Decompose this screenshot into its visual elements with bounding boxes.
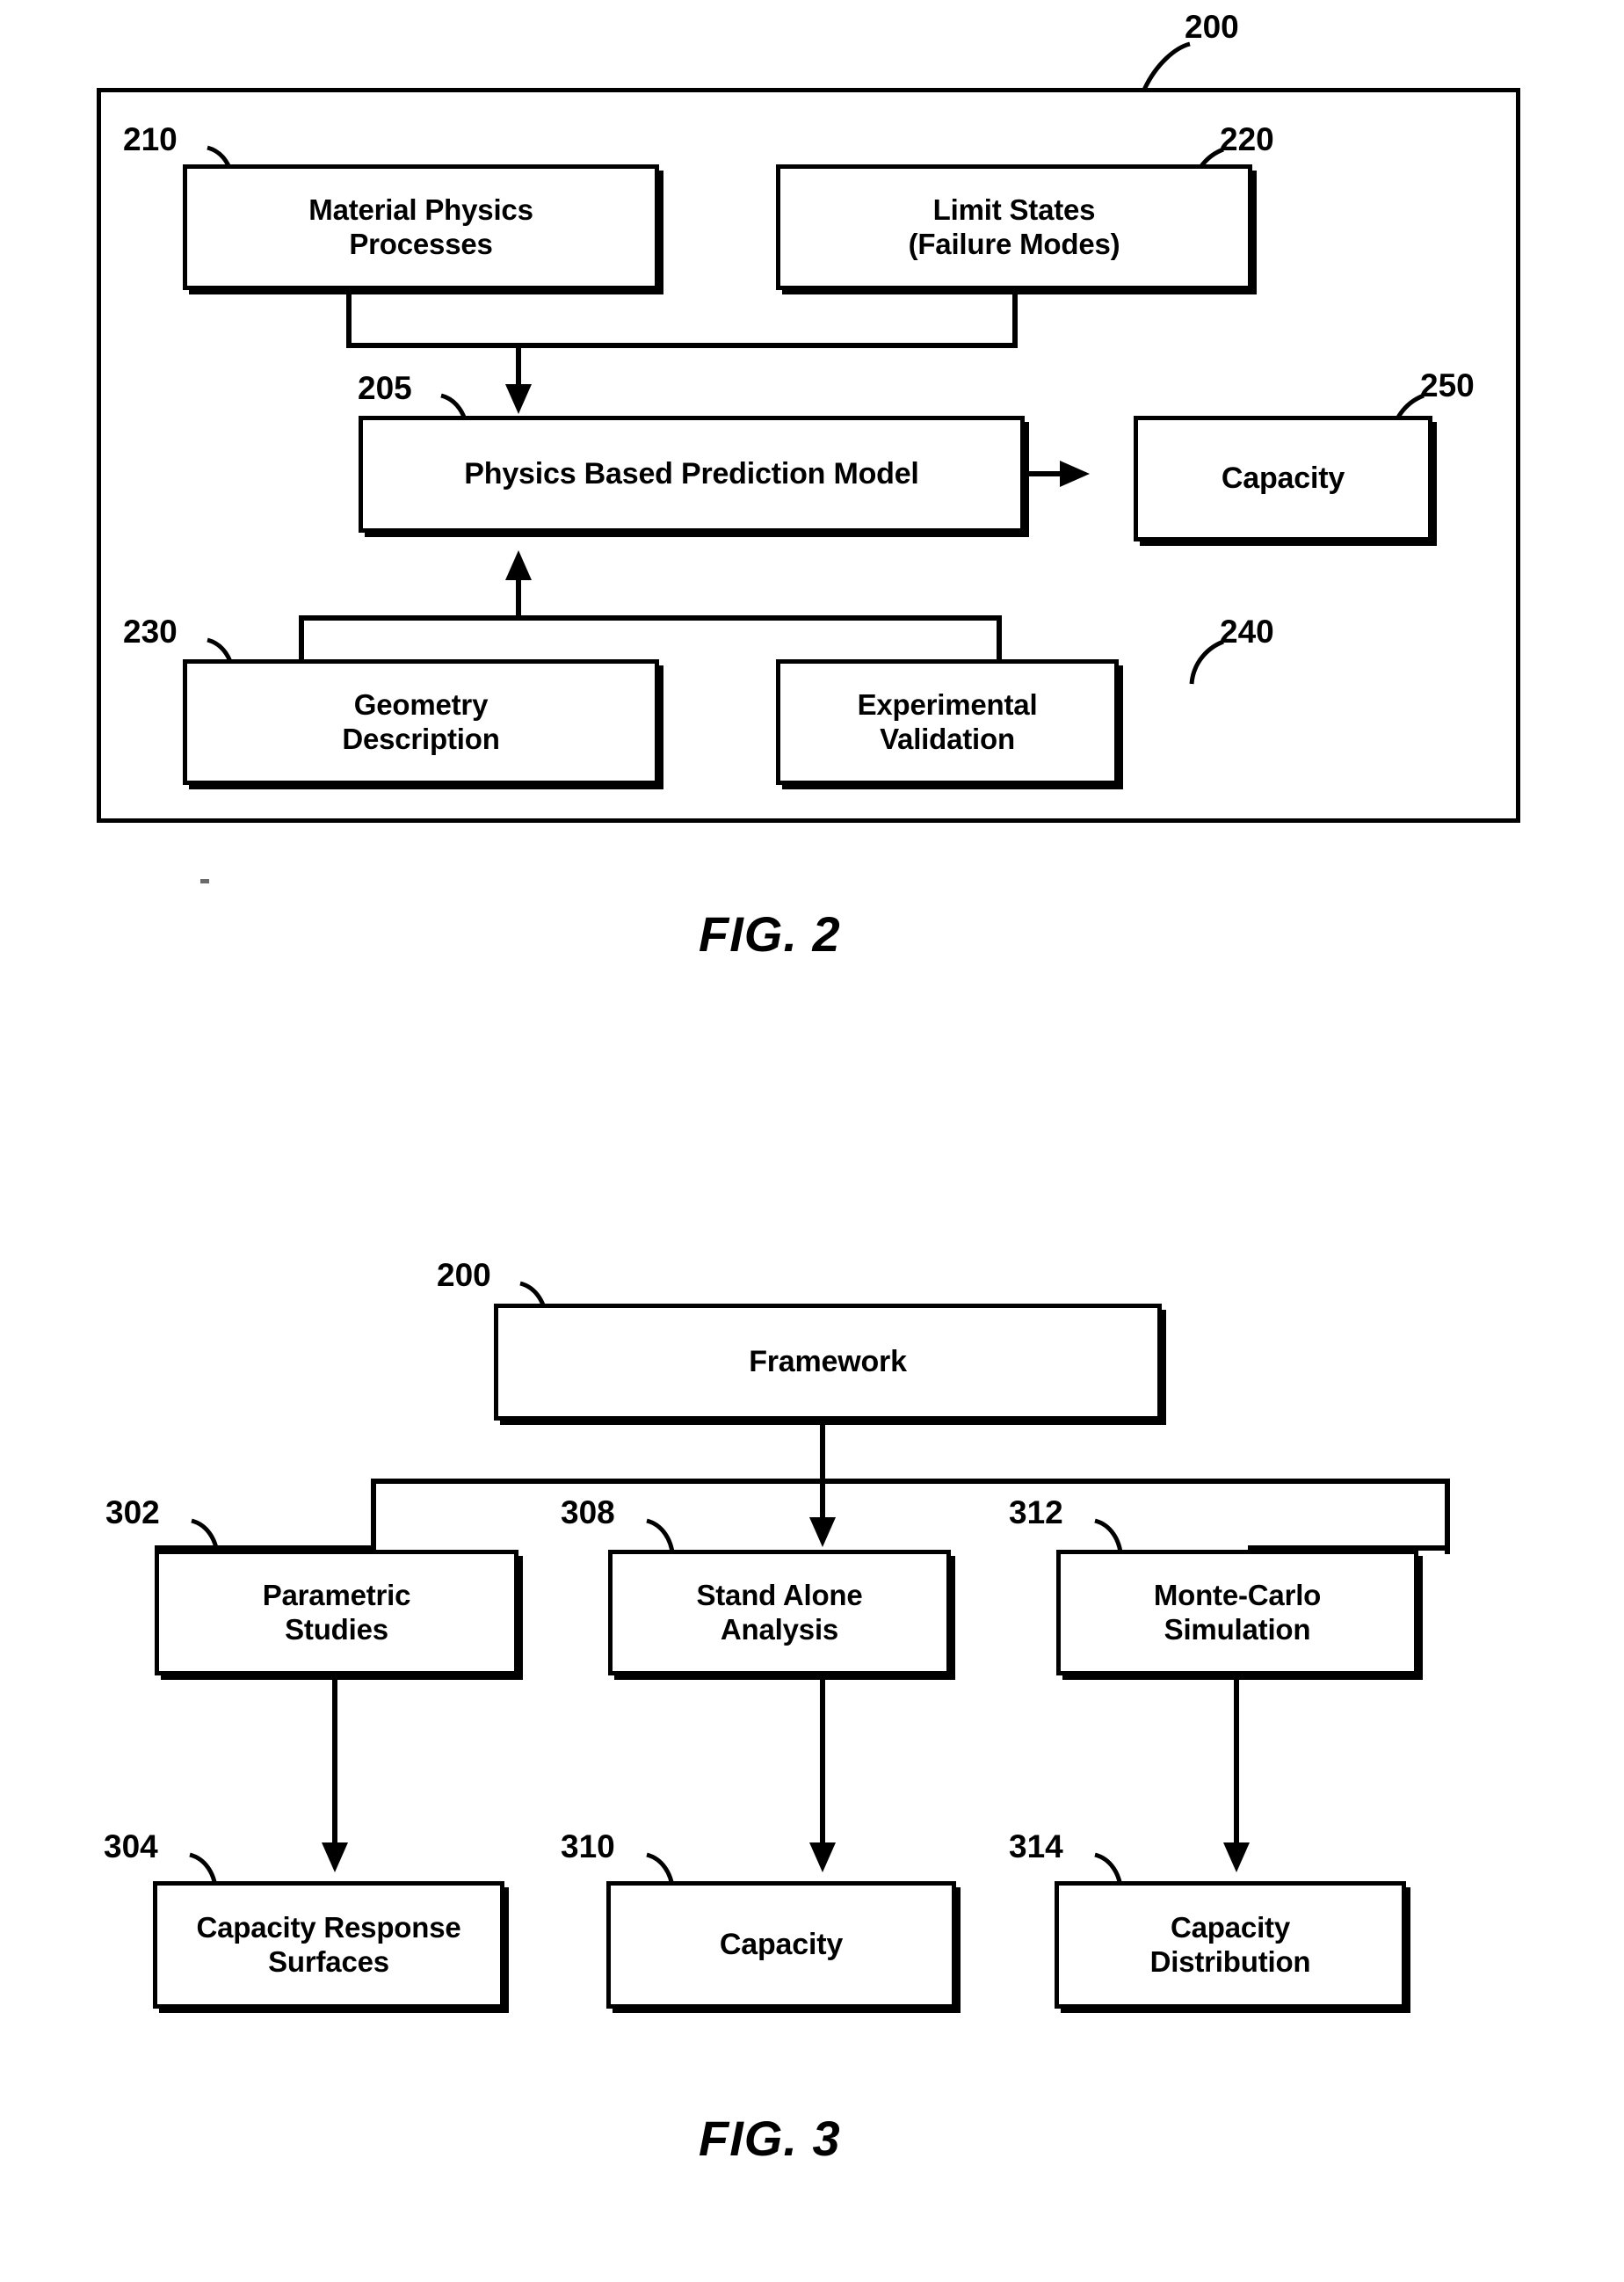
- box-prediction-model-label: Physics Based Prediction Model: [464, 456, 919, 491]
- box-parametric-studies-line1: Parametric: [262, 1579, 411, 1612]
- box-capacity-distribution-line2: Distribution: [1149, 1944, 1311, 1978]
- box-capacity-distribution[interactable]: Capacity Distribution: [1055, 1881, 1406, 2009]
- box-stand-alone-line2: Analysis: [720, 1612, 839, 1646]
- connector-bus-right-drop: [1445, 1479, 1450, 1551]
- box-parametric-studies[interactable]: Parametric Studies: [155, 1550, 518, 1675]
- arrowhead-into-205-bottom: [505, 550, 532, 580]
- arrowhead-into-250: [1060, 461, 1090, 487]
- box-limit-states[interactable]: Limit States (Failure Modes): [776, 164, 1252, 290]
- box-geometry-line2: Description: [342, 722, 500, 755]
- reference-numeral-205: 205: [358, 370, 412, 406]
- connector-merge-bus-bottom: [299, 615, 1002, 621]
- arrowhead-into-310: [809, 1842, 836, 1872]
- reference-numeral-302: 302: [105, 1494, 160, 1530]
- reference-numeral-308: 308: [561, 1494, 615, 1530]
- connector-framework-down: [820, 1421, 825, 1484]
- box-monte-carlo-line2: Simulation: [1164, 1612, 1311, 1646]
- box-capacity-fig3-label: Capacity: [719, 1927, 844, 1961]
- connector-210-down: [346, 290, 352, 348]
- box-experimental-validation[interactable]: Experimental Validation: [776, 659, 1119, 785]
- box-material-physics-line1: Material Physics: [308, 193, 533, 227]
- connector-312-stub: [1445, 1545, 1450, 1554]
- box-capacity-response-line2: Surfaces: [268, 1944, 389, 1978]
- box-geometry-line1: Geometry: [353, 688, 489, 722]
- arrowhead-into-205: [505, 384, 532, 414]
- connector-distribution-bus-upper: [371, 1479, 1450, 1484]
- box-physics-based-prediction-model[interactable]: Physics Based Prediction Model: [359, 416, 1025, 533]
- reference-numeral-230: 230: [123, 614, 178, 650]
- box-experimental-line2: Validation: [880, 722, 1015, 755]
- reference-numeral-312: 312: [1009, 1494, 1063, 1530]
- box-material-physics-processes[interactable]: Material Physics Processes: [183, 164, 659, 290]
- box-capacity-fig2-label: Capacity: [1221, 461, 1345, 495]
- arrowhead-into-314: [1223, 1842, 1250, 1872]
- reference-numeral-210: 210: [123, 121, 178, 157]
- box-capacity-fig3[interactable]: Capacity: [606, 1881, 956, 2009]
- box-experimental-line1: Experimental: [857, 688, 1038, 722]
- figure-3-caption: FIG. 3: [699, 2111, 841, 2166]
- box-monte-carlo-line1: Monte-Carlo: [1153, 1579, 1322, 1612]
- box-limit-states-line2: (Failure Modes): [908, 227, 1120, 260]
- connector-240-up: [997, 615, 1002, 661]
- box-material-physics-line2: Processes: [349, 227, 493, 260]
- reference-numeral-310: 310: [561, 1828, 615, 1864]
- leader-line-200: [1142, 41, 1191, 91]
- connector-308-to-310: [820, 1675, 825, 1846]
- box-parametric-studies-line2: Studies: [285, 1612, 388, 1646]
- box-capacity-response-line1: Capacity Response: [196, 1911, 461, 1944]
- reference-numeral-314: 314: [1009, 1828, 1063, 1864]
- leader-line-240: [1189, 639, 1224, 685]
- box-framework[interactable]: Framework: [494, 1304, 1162, 1421]
- box-geometry-description[interactable]: Geometry Description: [183, 659, 659, 785]
- connector-230-up: [299, 615, 304, 661]
- connector-merge-bus-top: [346, 343, 1018, 348]
- connector-bus-left-drop: [371, 1479, 376, 1551]
- connector-302-to-304: [332, 1675, 337, 1846]
- box-capacity-fig2[interactable]: Capacity: [1134, 416, 1432, 541]
- box-limit-states-line1: Limit States: [932, 193, 1096, 227]
- reference-numeral-304: 304: [104, 1828, 158, 1864]
- connector-into-308: [820, 1479, 825, 1521]
- box-stand-alone-analysis[interactable]: Stand Alone Analysis: [608, 1550, 951, 1675]
- connector-312-to-314: [1234, 1675, 1239, 1846]
- box-capacity-distribution-line1: Capacity: [1171, 1911, 1290, 1944]
- connector-220-down: [1012, 290, 1018, 348]
- box-monte-carlo-simulation[interactable]: Monte-Carlo Simulation: [1056, 1550, 1418, 1675]
- scan-speck: [200, 879, 209, 883]
- arrowhead-into-308: [809, 1517, 836, 1547]
- connector-into-205: [516, 343, 521, 389]
- figure-2-caption: FIG. 2: [699, 906, 841, 962]
- box-framework-label: Framework: [749, 1344, 907, 1378]
- patent-figure-page: 200 210 Material Physics Processes 220 L…: [0, 0, 1624, 2282]
- box-capacity-response-surfaces[interactable]: Capacity Response Surfaces: [153, 1881, 504, 2009]
- arrowhead-into-304: [322, 1842, 348, 1872]
- box-stand-alone-line1: Stand Alone: [696, 1579, 863, 1612]
- reference-numeral-200-fig3: 200: [437, 1257, 491, 1293]
